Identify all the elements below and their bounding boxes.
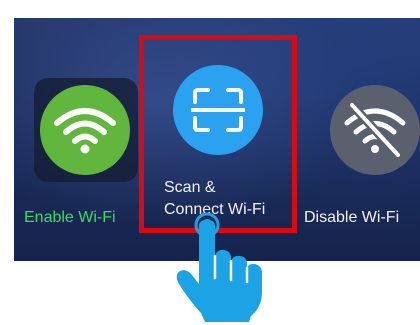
enable-wifi-label: Enable Wi-Fi bbox=[24, 209, 116, 226]
wifi-off-icon[interactable] bbox=[330, 85, 420, 175]
enable-wifi-shortcut[interactable]: Enable Wi-Fi bbox=[14, 18, 142, 261]
disable-wifi-shortcut[interactable]: Disable Wi-Fi bbox=[302, 18, 420, 261]
highlight-frame bbox=[139, 35, 297, 233]
disable-wifi-label: Disable Wi-Fi bbox=[304, 209, 400, 226]
wifi-icon[interactable] bbox=[40, 85, 130, 175]
screen: Enable Wi-Fi Scan & Connect Wi-Fi Disabl… bbox=[0, 0, 420, 325]
pointing-hand-icon bbox=[165, 212, 275, 322]
